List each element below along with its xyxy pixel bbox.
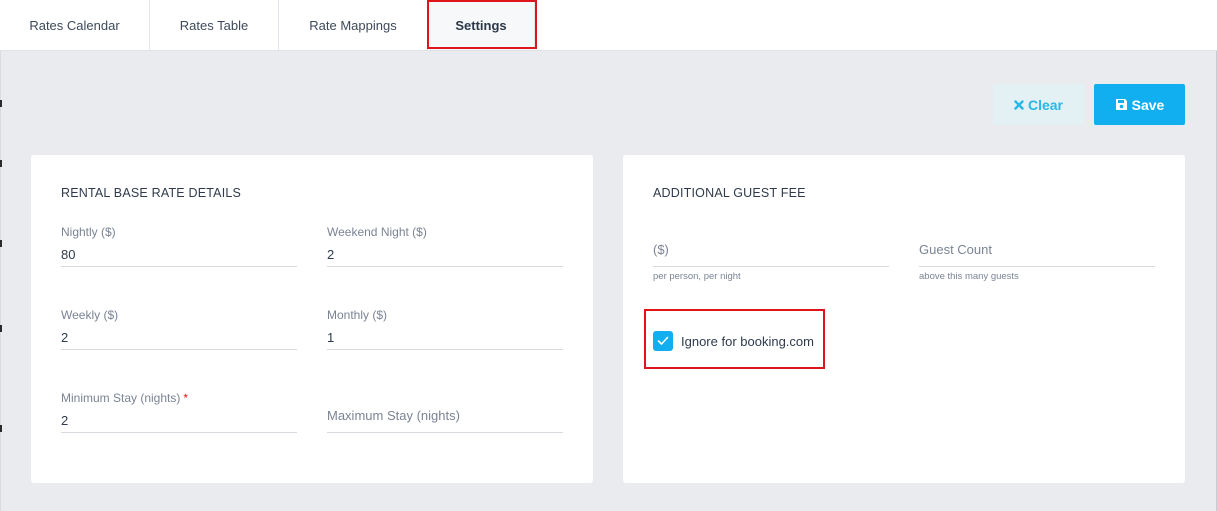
maximum-stay-input[interactable]: [327, 405, 563, 425]
guest-fee-input[interactable]: [653, 239, 889, 259]
edge-mark: [0, 240, 2, 247]
nightly-label: Nightly ($): [61, 225, 116, 239]
floppy-disk-icon: [1115, 98, 1128, 111]
monthly-field: Monthly ($): [327, 308, 563, 350]
checkmark-icon: [657, 336, 669, 345]
tab-rate-mappings[interactable]: Rate Mappings: [279, 0, 428, 50]
tab-bar: Rates Calendar Rates Table Rate Mappings…: [0, 0, 1217, 51]
guest-fee-hint: per person, per night: [653, 271, 741, 282]
guest-count-field: [919, 225, 1155, 267]
nightly-field: Nightly ($): [61, 225, 297, 267]
edge-mark: [0, 325, 2, 332]
edge-mark: [0, 160, 2, 167]
close-icon: [1014, 99, 1024, 110]
minimum-stay-input[interactable]: [61, 410, 297, 430]
edge-mark: [0, 100, 2, 107]
maximum-stay-field: [327, 391, 563, 433]
guest-count-hint: above this many guests: [919, 271, 1019, 282]
minimum-stay-label: Minimum Stay (nights) *: [61, 391, 188, 405]
edge-mark: [0, 425, 2, 432]
guest-count-input[interactable]: [919, 239, 1155, 259]
ignore-booking-checkbox[interactable]: [653, 331, 673, 351]
weekly-field: Weekly ($): [61, 308, 297, 350]
weekend-night-input[interactable]: [327, 244, 563, 264]
ignore-booking-checkbox-row[interactable]: Ignore for booking.com: [653, 331, 814, 351]
ignore-booking-label: Ignore for booking.com: [681, 333, 814, 349]
card-title: RENTAL BASE RATE DETAILS: [61, 186, 242, 200]
card-title: ADDITIONAL GUEST FEE: [653, 186, 806, 200]
tab-rates-calendar[interactable]: Rates Calendar: [0, 0, 150, 50]
monthly-input[interactable]: [327, 327, 563, 347]
weekend-night-field: Weekend Night ($): [327, 225, 563, 267]
minimum-stay-field: Minimum Stay (nights) *: [61, 391, 297, 433]
save-button-label: Save: [1131, 96, 1165, 113]
minimum-stay-label-text: Minimum Stay (nights): [61, 391, 181, 405]
clear-button-label: Clear: [1027, 96, 1064, 113]
weekly-label: Weekly ($): [61, 308, 119, 322]
monthly-label: Monthly ($): [327, 308, 388, 322]
guest-fee-field: [653, 225, 889, 267]
weekend-night-label: Weekend Night ($): [327, 225, 427, 239]
required-mark: *: [183, 391, 189, 405]
clear-button[interactable]: Clear: [993, 84, 1084, 125]
tab-settings[interactable]: Settings: [428, 0, 535, 50]
rental-base-rate-card: RENTAL BASE RATE DETAILS Nightly ($) Wee…: [31, 155, 593, 483]
weekly-input[interactable]: [61, 327, 297, 347]
save-button[interactable]: Save: [1094, 84, 1185, 125]
additional-guest-fee-card: ADDITIONAL GUEST FEE per person, per nig…: [623, 155, 1185, 483]
nightly-input[interactable]: [61, 244, 297, 264]
tab-rates-table[interactable]: Rates Table: [150, 0, 279, 50]
